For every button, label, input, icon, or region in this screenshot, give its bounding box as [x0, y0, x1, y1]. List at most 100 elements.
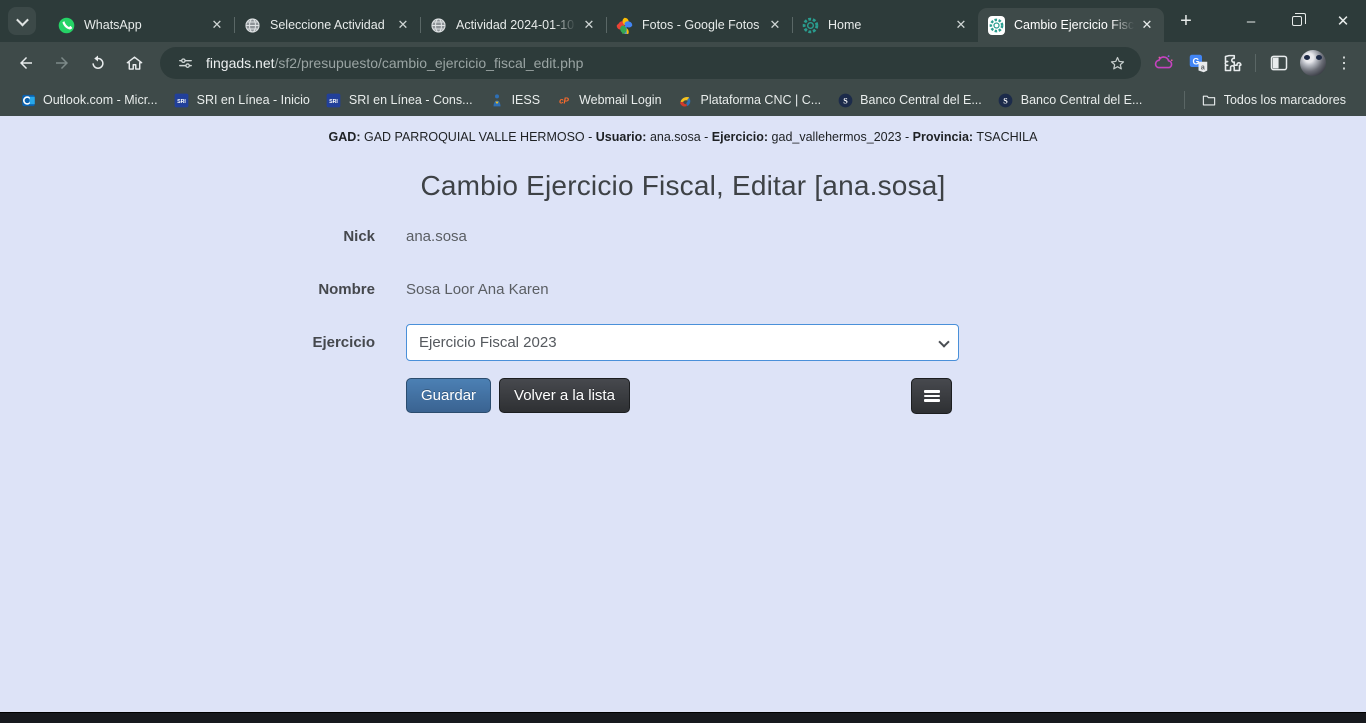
tab-strip: WhatsApp ✕ Seleccione Actividad ✕ Activi… [0, 0, 1366, 42]
banco-central-icon: S [998, 92, 1014, 108]
forward-button[interactable] [46, 47, 78, 79]
hamburger-icon [924, 390, 940, 402]
back-icon [17, 54, 35, 72]
svg-text:SRI: SRI [329, 99, 338, 105]
tab-cambio-ejercicio-fiscal[interactable]: Cambio Ejercicio Fisc ✕ [978, 8, 1164, 42]
tab-home[interactable]: Home ✕ [792, 8, 978, 42]
bookmarks-divider [1184, 91, 1185, 109]
outlook-icon [20, 92, 36, 108]
bookmark-star-icon[interactable] [1103, 49, 1131, 77]
url-text[interactable]: fingads.net/sf2/presupuesto/cambio_ejerc… [206, 55, 1103, 71]
globe-icon [244, 17, 261, 34]
bookmark-outlook[interactable]: Outlook.com - Micr... [12, 88, 166, 112]
meta-ejercicio-value: gad_vallehermos_2023 [772, 130, 902, 144]
meta-gad-label: GAD: [329, 130, 361, 144]
meta-gad-value: GAD PARROQUIAL VALLE HERMOSO [364, 130, 585, 144]
forward-icon [53, 54, 71, 72]
close-icon[interactable]: ✕ [952, 16, 970, 34]
close-icon[interactable]: ✕ [208, 16, 226, 34]
fingads-icon [802, 17, 819, 34]
bookmark-sri-inicio[interactable]: SRI SRI en Línea - Inicio [166, 88, 318, 112]
tab-label: Home [828, 18, 952, 32]
bookmarks-bar: Outlook.com - Micr... SRI SRI en Línea -… [0, 84, 1366, 116]
chevron-down-icon [16, 13, 29, 26]
svg-text:SRI: SRI [177, 99, 186, 105]
bookmark-label: Banco Central del E... [1021, 93, 1143, 107]
close-icon[interactable]: ✕ [394, 16, 412, 34]
bookmark-plataforma-cnc[interactable]: Plataforma CNC | C... [670, 88, 830, 112]
bookmark-label: Plataforma CNC | C... [701, 93, 822, 107]
tab-google-fotos[interactable]: Fotos - Google Fotos ✕ [606, 8, 792, 42]
tabs-container: WhatsApp ✕ Seleccione Actividad ✕ Activi… [48, 0, 1164, 42]
cpanel-icon: cP [556, 92, 572, 108]
menu-button[interactable] [911, 378, 952, 414]
tab-seleccione-actividad[interactable]: Seleccione Actividad ✕ [234, 8, 420, 42]
fingads-icon [988, 17, 1005, 34]
all-bookmarks-button[interactable]: Todos los marcadores [1193, 88, 1354, 112]
svg-text:S: S [843, 96, 848, 105]
svg-text:S: S [1004, 96, 1009, 105]
ejercicio-select[interactable]: Ejercicio Fiscal 2023 [406, 324, 959, 361]
tab-search-button[interactable] [8, 7, 36, 35]
window-controls: – ✕ [1228, 0, 1366, 42]
guardar-button[interactable]: Guardar [406, 378, 491, 413]
reload-icon [89, 54, 107, 72]
bookmark-label: Outlook.com - Micr... [43, 93, 158, 107]
tab-label: Fotos - Google Fotos [642, 18, 766, 32]
bookmark-webmail[interactable]: cP Webmail Login [548, 88, 669, 112]
bookmark-banco-central-1[interactable]: S Banco Central del E... [829, 88, 990, 112]
extensions-puzzle-icon[interactable] [1217, 48, 1247, 78]
address-bar[interactable]: fingads.net/sf2/presupuesto/cambio_ejerc… [160, 47, 1141, 79]
page-title: Cambio Ejercicio Fiscal, Editar [ana.sos… [0, 170, 1366, 202]
url-domain: fingads.net [206, 55, 275, 71]
globe-icon [430, 17, 447, 34]
bookmark-sri-consultas[interactable]: SRI SRI en Línea - Cons... [318, 88, 481, 112]
tab-label: Actividad 2024-01-10 [456, 18, 580, 32]
bookmark-iess[interactable]: IESS [481, 88, 549, 112]
volver-lista-button[interactable]: Volver a la lista [499, 378, 630, 413]
minimize-button[interactable]: – [1228, 0, 1274, 42]
page-content: GAD: GAD PARROQUIAL VALLE HERMOSO - Usua… [0, 116, 1366, 712]
bookmark-label: IESS [512, 93, 541, 107]
iess-icon [489, 92, 505, 108]
meta-provincia-label: Provincia: [913, 130, 973, 144]
google-photos-icon [616, 17, 633, 34]
close-icon[interactable]: ✕ [766, 16, 784, 34]
edit-form: Nick ana.sosa Nombre Sosa Loor Ana Karen… [0, 218, 1366, 413]
restore-button[interactable] [1274, 0, 1320, 42]
url-path: /sf2/presupuesto/cambio_ejercicio_fiscal… [275, 55, 584, 71]
home-button[interactable] [118, 47, 150, 79]
tab-label: WhatsApp [84, 18, 208, 32]
bookmark-banco-central-2[interactable]: S Banco Central del E... [990, 88, 1151, 112]
svg-text:G: G [1192, 56, 1199, 66]
tab-actividad[interactable]: Actividad 2024-01-10 ✕ [420, 8, 606, 42]
browser-toolbar: fingads.net/sf2/presupuesto/cambio_ejerc… [0, 42, 1366, 84]
translate-extension-icon[interactable]: Ga [1183, 48, 1213, 78]
nick-label: Nick [0, 228, 375, 245]
browser-menu-icon[interactable]: ⋮ [1330, 49, 1358, 77]
close-icon[interactable]: ✕ [580, 16, 598, 34]
tab-whatsapp[interactable]: WhatsApp ✕ [48, 8, 234, 42]
close-window-button[interactable]: ✕ [1320, 0, 1366, 42]
weather-extension-icon[interactable] [1149, 48, 1179, 78]
reload-button[interactable] [82, 47, 114, 79]
side-panel-icon[interactable] [1264, 48, 1294, 78]
bookmark-label: SRI en Línea - Inicio [197, 93, 310, 107]
new-tab-button[interactable]: + [1172, 7, 1200, 35]
svg-text:a: a [1200, 64, 1204, 71]
meta-usuario-value: ana.sosa [650, 130, 701, 144]
bookmark-label: SRI en Línea - Cons... [349, 93, 473, 107]
cnc-icon [678, 92, 694, 108]
meta-usuario-label: Usuario: [596, 130, 647, 144]
form-row-nombre: Nombre Sosa Loor Ana Karen [0, 271, 1366, 307]
meta-provincia-value: TSACHILA [976, 130, 1037, 144]
session-meta-line: GAD: GAD PARROQUIAL VALLE HERMOSO - Usua… [0, 130, 1366, 144]
back-button[interactable] [10, 47, 42, 79]
close-icon[interactable]: ✕ [1138, 16, 1156, 34]
profile-avatar[interactable] [1300, 50, 1326, 76]
ejercicio-label: Ejercicio [0, 334, 375, 351]
meta-ejercicio-label: Ejercicio: [712, 130, 768, 144]
banco-central-icon: S [837, 92, 853, 108]
bookmark-label: Banco Central del E... [860, 93, 982, 107]
site-settings-icon[interactable] [172, 52, 198, 74]
